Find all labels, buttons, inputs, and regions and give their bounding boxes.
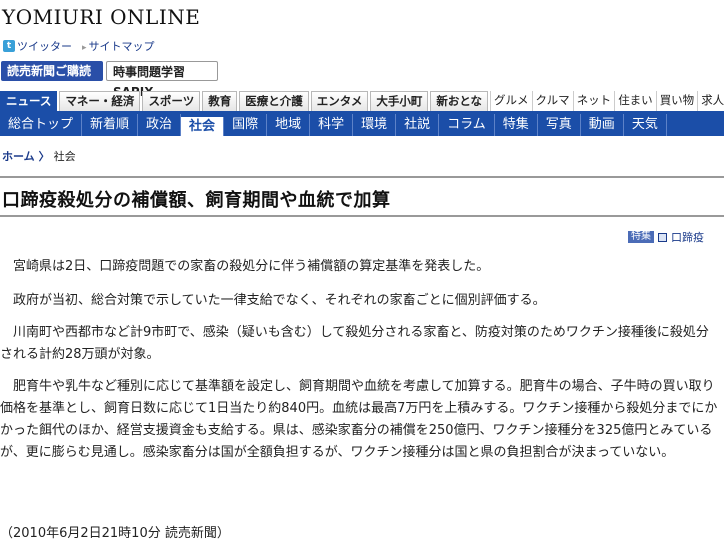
breadcrumb-separator: 〉	[38, 150, 50, 163]
subnav-column[interactable]: コラム	[439, 114, 495, 136]
nav-tab-shin-otona[interactable]: 新おとな	[430, 91, 489, 111]
article-body: 宮崎県は2日、口蹄疫問題での家畜の殺処分に伴う補償額の算定基準を発表した。 政府…	[0, 256, 724, 474]
twitter-icon: t	[3, 40, 15, 52]
special-topic-link[interactable]: 口蹄疫	[671, 229, 704, 245]
sitemap-label: サイトマップ	[88, 40, 155, 53]
sapix-banner[interactable]: 時事問題学習 SAPIX	[106, 61, 218, 99]
subnav-latest[interactable]: 新着順	[82, 114, 139, 136]
subnav-video[interactable]: 動画	[581, 114, 624, 136]
nav-link-net[interactable]: ネット	[572, 91, 615, 111]
nav-tab-entertainment[interactable]: エンタメ	[310, 91, 369, 111]
subnav-top[interactable]: 総合トップ	[0, 114, 83, 136]
primary-nav: ニュース マネー・経済 スポーツ 教育 医療と介護 エンタメ 大手小町 新おとな…	[0, 91, 724, 114]
secondary-nav: 総合トップ 新着順 政治 社会 国際 地域 科学 環境 社説 コラム 特集 写真…	[0, 114, 724, 136]
square-icon	[658, 232, 667, 242]
nav-tab-sports[interactable]: スポーツ	[142, 91, 201, 111]
banner-row: 読売新聞ご購読 時事問題学習 SAPIX	[1, 61, 218, 99]
article-paragraph: 宮崎県は2日、口蹄疫問題での家畜の殺処分に伴う補償額の算定基準を発表した。	[13, 259, 490, 274]
title-bar: 口蹄疫殺処分の補償額、飼育期間や血統で加算	[0, 176, 724, 217]
article-paragraph: 政府が当初、総合対策で示していた一律支給でなく、それぞれの家畜ごとに個別評価する…	[13, 293, 546, 308]
nav-tab-money[interactable]: マネー・経済	[59, 91, 141, 111]
nav-tab-medical[interactable]: 医療と介護	[239, 91, 309, 111]
sitemap-link[interactable]: ▸ サイトマップ	[82, 38, 155, 54]
subnav-international[interactable]: 国際	[224, 114, 268, 136]
nav-link-car[interactable]: クルマ	[531, 91, 573, 111]
subnav-features[interactable]: 特集	[495, 114, 538, 136]
subnav-science[interactable]: 科学	[310, 114, 354, 136]
article-dateline: （2010年6月2日21時10分 読売新聞）	[0, 526, 230, 541]
nav-tab-komachi[interactable]: 大手小町	[370, 91, 429, 111]
nav-link-gourmet[interactable]: グルメ	[490, 91, 532, 111]
nav-link-jobs[interactable]: 求人	[697, 91, 724, 111]
subnav-environment[interactable]: 環境	[353, 114, 397, 136]
subnav-society[interactable]: 社会	[181, 117, 225, 136]
breadcrumb: ホーム 〉 社会	[2, 148, 76, 164]
article-paragraph: 肥育牛や乳牛など種別に応じて基準額を設定し、飼育期間や血統を考慮して加算する。肥…	[0, 379, 718, 460]
article-paragraph: 川南町や西都市など計9市町で、感染（疑いも含む）して殺処分される家畜と、防疫対策…	[0, 325, 709, 362]
site-logo[interactable]: YOMIURI ONLINE	[2, 5, 200, 29]
subnav-politics[interactable]: 政治	[138, 114, 182, 136]
arrow-right-icon: ▸	[82, 43, 87, 53]
subnav-regional[interactable]: 地域	[267, 114, 311, 136]
subscribe-banner[interactable]: 読売新聞ご購読	[1, 61, 103, 81]
article-title: 口蹄疫殺処分の補償額、飼育期間や血統で加算	[2, 190, 391, 211]
subnav-editorial[interactable]: 社説	[396, 114, 440, 136]
breadcrumb-current: 社会	[53, 150, 76, 163]
nav-link-housing[interactable]: 住まい	[614, 91, 656, 111]
special-badge: 特集	[628, 231, 654, 243]
utility-links: t ツイッター ▸ サイトマップ	[3, 38, 155, 54]
subnav-weather[interactable]: 天気	[624, 114, 667, 136]
special-feature-link: 特集 口蹄疫	[628, 229, 704, 245]
nav-tab-education[interactable]: 教育	[202, 91, 238, 111]
nav-link-shopping[interactable]: 買い物	[655, 91, 698, 111]
subnav-photos[interactable]: 写真	[538, 114, 581, 136]
nav-tab-news[interactable]: ニュース	[0, 91, 58, 111]
twitter-link[interactable]: t ツイッター	[3, 38, 72, 54]
twitter-label: ツイッター	[17, 40, 72, 53]
breadcrumb-home[interactable]: ホーム	[2, 148, 35, 164]
